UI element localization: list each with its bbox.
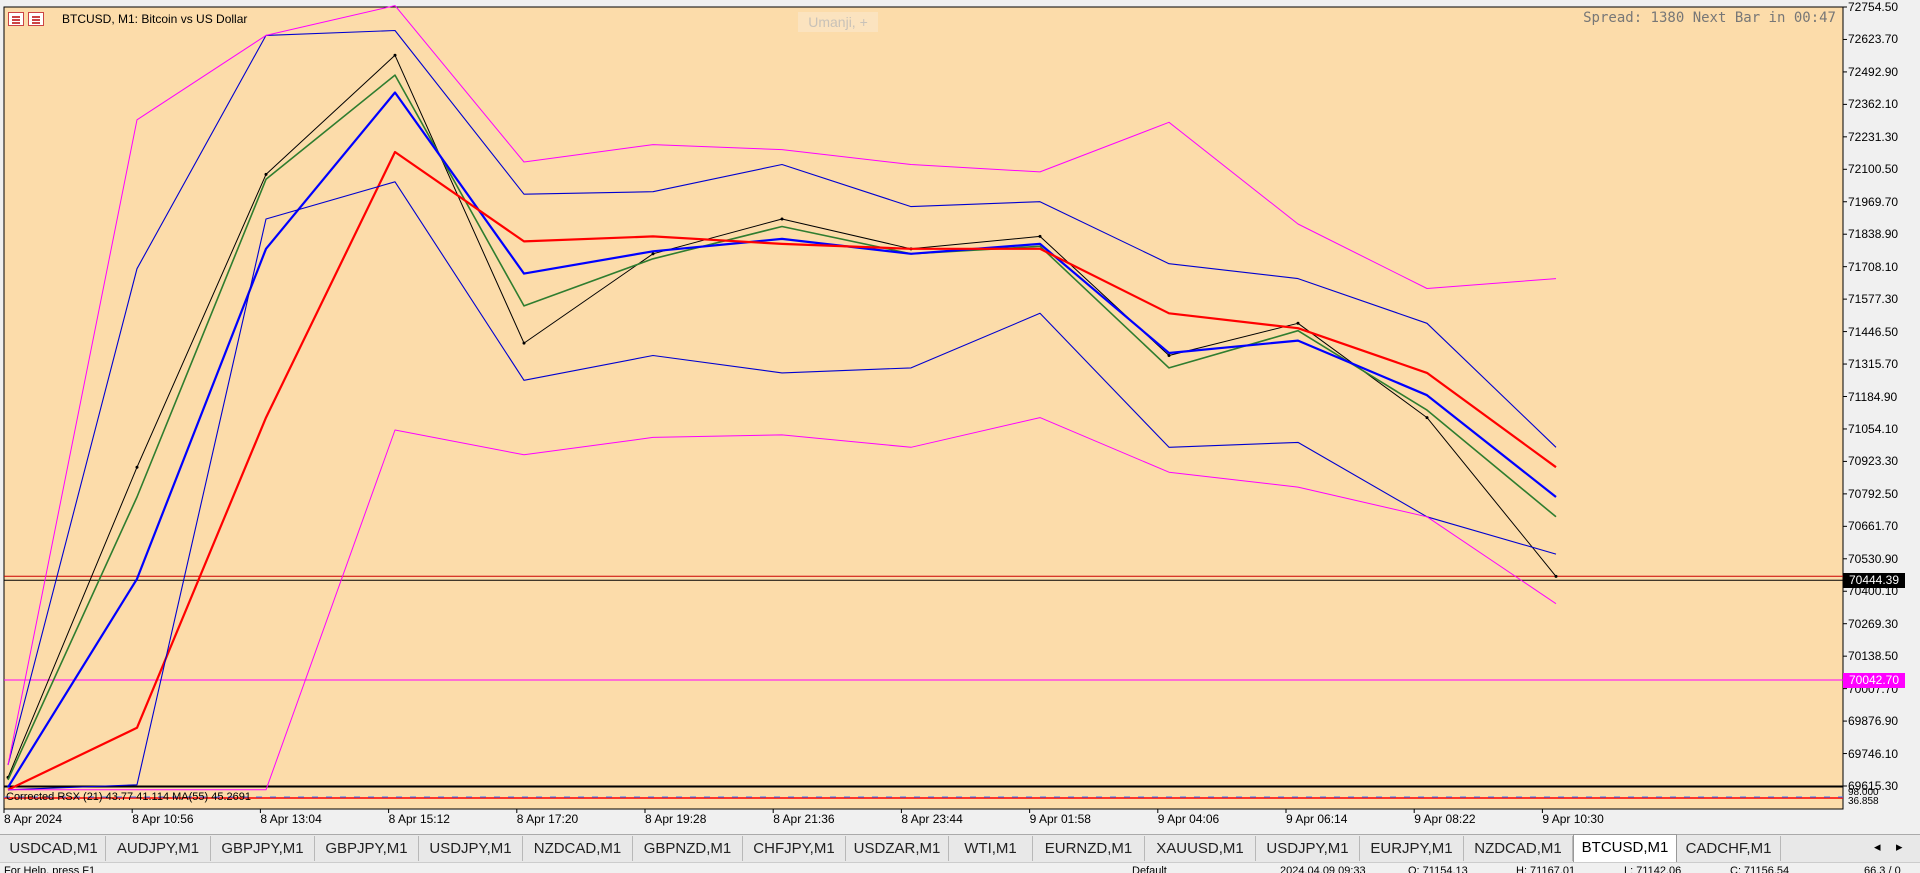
price-tick-label: 70923.30	[1848, 454, 1899, 469]
price-point	[1296, 321, 1300, 325]
price-tick-label: 71315.70	[1848, 357, 1899, 372]
symbol-title: BTCUSD, M1: Bitcoin vs US Dollar	[62, 12, 248, 26]
price-point	[1167, 354, 1171, 358]
template-label[interactable]: Umanji, +	[798, 12, 878, 32]
tab-chart[interactable]: NZDCAD,M1	[523, 836, 633, 861]
tab-chart[interactable]: EURJPY,M1	[1360, 836, 1464, 861]
tab-chart[interactable]: GBPJPY,M1	[315, 836, 419, 861]
tab-chart[interactable]: USDJPY,M1	[419, 836, 523, 861]
price-tick-label: 72623.70	[1848, 32, 1899, 47]
tab-chart[interactable]: BTCUSD,M1	[1573, 834, 1677, 862]
chart-window-icon[interactable]	[28, 12, 44, 26]
price-tick-label: 71446.50	[1848, 324, 1899, 339]
trading-terminal: BTCUSD, M1: Bitcoin vs US Dollar Spread:…	[0, 0, 1920, 873]
spread-info: Spread: 1380 Next Bar in 00:47	[1583, 10, 1836, 26]
price-tick-label: 72492.90	[1848, 64, 1899, 79]
price-tick-label: 70138.50	[1848, 649, 1899, 664]
tab-scroll-left-icon[interactable]: ◂	[1874, 839, 1881, 855]
chart-plot-background	[3, 6, 1844, 787]
price-point	[651, 252, 655, 256]
chart-tab-bar: USDCAD,M1 AUDJPY,M1 GBPJPY,M1 GBPJPY,M1 USDJ…	[0, 834, 1920, 863]
time-tick-label: 8 Apr 2024	[4, 812, 63, 826]
chart-list-icon[interactable]	[8, 12, 24, 26]
time-tick-label: 8 Apr 21:36	[773, 812, 835, 826]
status-bar: For Help, press F1 Default 2024.04.09 09…	[0, 862, 1920, 873]
tab-chart[interactable]: CADCHF,M1	[1677, 836, 1781, 861]
tab-chart[interactable]: XAUUSD,M1	[1145, 836, 1256, 861]
time-tick-label: 8 Apr 10:56	[132, 812, 194, 826]
time-tick-label: 8 Apr 15:12	[388, 812, 450, 826]
tab-chart[interactable]: USDCAD,M1	[2, 836, 106, 861]
tab-chart[interactable]: EURNZD,M1	[1033, 836, 1145, 861]
chart-menu-icons[interactable]	[8, 12, 44, 26]
time-tick-label: 9 Apr 08:22	[1414, 812, 1476, 826]
indicator-label: Corrected RSX (21) 43.77 41.114 MA(55) 4…	[6, 791, 251, 803]
price-point	[780, 217, 784, 221]
price-tick-label: 71838.90	[1848, 227, 1899, 242]
indicator-axis-label: 36.858	[1848, 796, 1879, 807]
price-point	[135, 465, 139, 469]
time-tick-label: 8 Apr 17:20	[516, 812, 579, 826]
chart-area[interactable]: BTCUSD, M1: Bitcoin vs US Dollar Spread:…	[0, 0, 1920, 862]
alert-price-label: 70042.70	[1843, 672, 1905, 688]
price-tick-label: 70661.70	[1848, 519, 1899, 534]
price-tick-label: 72362.10	[1848, 97, 1899, 112]
price-tick-label: 71184.90	[1848, 389, 1898, 404]
tab-chart[interactable]: WTI,M1	[949, 836, 1033, 861]
price-tick-label: 70792.50	[1848, 486, 1899, 501]
price-point	[1425, 416, 1429, 420]
price-tick-label: 72754.50	[1848, 0, 1899, 14]
time-tick-label: 9 Apr 01:58	[1029, 812, 1091, 826]
price-point	[1554, 574, 1558, 578]
price-point	[1038, 234, 1042, 238]
price-point	[522, 341, 526, 345]
tab-chart[interactable]: USDJPY,M1	[1256, 836, 1360, 861]
price-tick-label: 71054.10	[1848, 421, 1899, 436]
tab-chart[interactable]: GBPJPY,M1	[211, 836, 315, 861]
tab-chart[interactable]: GBPNZD,M1	[633, 836, 743, 861]
price-tick-label: 69746.10	[1848, 746, 1899, 761]
price-tick-label: 72100.50	[1848, 162, 1899, 177]
price-tick-label: 71969.70	[1848, 194, 1899, 209]
time-tick-label: 8 Apr 13:04	[260, 812, 322, 826]
price-tick-label: 71708.10	[1848, 259, 1899, 274]
price-point	[393, 53, 397, 57]
current-price-label: 70444.39	[1843, 573, 1905, 589]
tab-chart[interactable]: AUDJPY,M1	[106, 836, 211, 861]
tab-chart[interactable]: NZDCAD,M1	[1464, 836, 1573, 861]
price-tick-label: 70530.90	[1848, 551, 1899, 566]
price-tick-label: 71577.30	[1848, 292, 1899, 307]
price-tick-label: 70269.30	[1848, 616, 1899, 631]
time-tick-label: 8 Apr 23:44	[901, 812, 963, 826]
time-tick-label: 9 Apr 06:14	[1286, 812, 1348, 826]
price-chart[interactable]	[0, 0, 1920, 834]
tab-scroll-right-icon[interactable]: ▸	[1896, 839, 1903, 855]
price-tick-label: 72231.30	[1848, 129, 1899, 144]
time-tick-label: 9 Apr 04:06	[1157, 812, 1220, 826]
time-tick-label: 9 Apr 10:30	[1542, 812, 1604, 826]
tab-chart[interactable]: USDZAR,M1	[846, 836, 949, 861]
time-tick-label: 8 Apr 19:28	[645, 812, 707, 826]
tab-chart[interactable]: CHFJPY,M1	[743, 836, 846, 861]
price-point	[264, 172, 268, 176]
price-tick-label: 69876.90	[1848, 714, 1899, 729]
